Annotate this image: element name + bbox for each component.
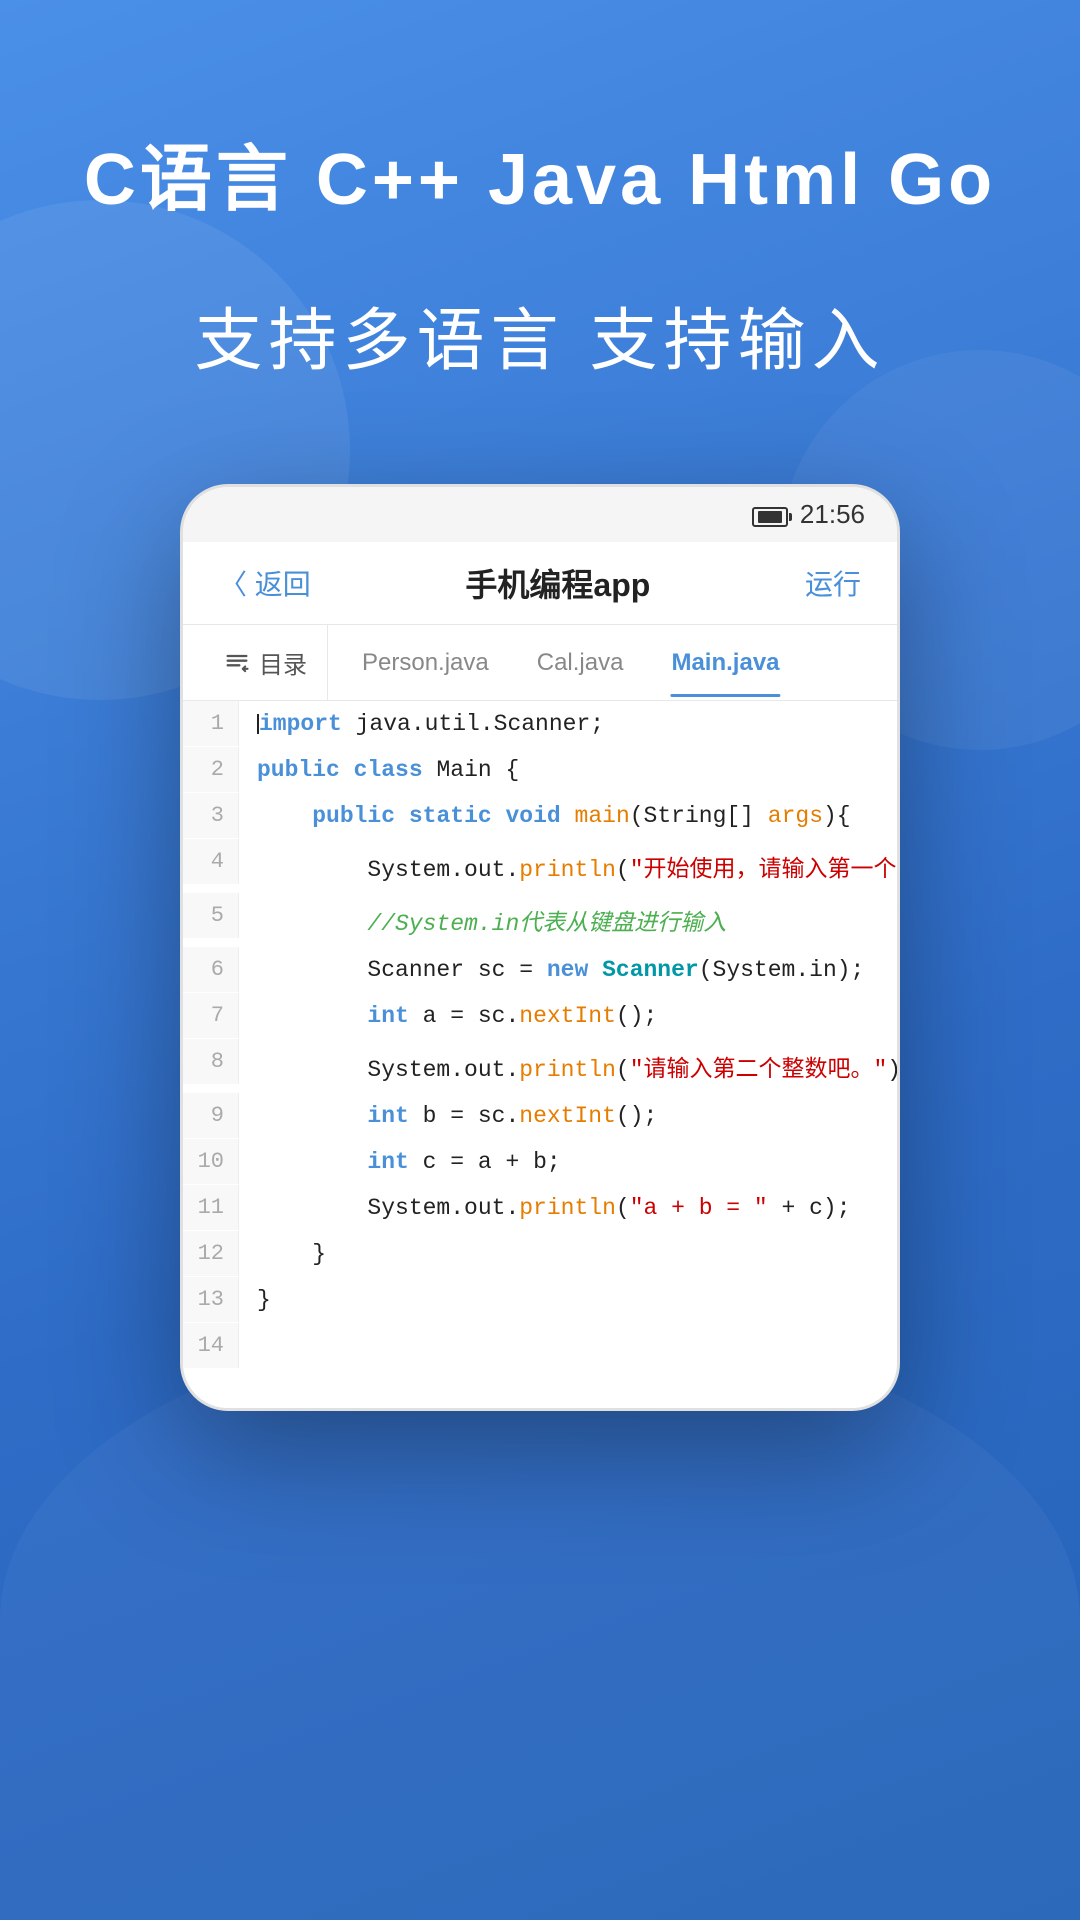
code-line-3: 3 public static void main(String[] args)…: [183, 793, 897, 839]
code-editor[interactable]: 1 import java.util.Scanner; 2 public cla…: [183, 701, 897, 1368]
directory-icon: [223, 649, 251, 677]
tab-person-java[interactable]: Person.java: [338, 629, 513, 697]
battery-level: [758, 511, 782, 523]
app-title: 手机编程app: [465, 560, 650, 606]
tab-cal-java[interactable]: Cal.java: [513, 629, 648, 697]
code-line-5: 5 //System.in代表从键盘进行输入: [183, 893, 897, 947]
app-navbar: 〈 返回 手机编程app 运行: [183, 542, 897, 625]
tab-bar: 目录 Person.java Cal.java Main.java: [183, 625, 897, 701]
back-button[interactable]: 〈 返回: [219, 563, 311, 603]
languages-headline: C语言 C++ Java Html Go: [84, 120, 996, 225]
code-line-1: 1 import java.util.Scanner;: [183, 701, 897, 747]
code-line-14: 14: [183, 1323, 897, 1368]
code-line-4: 4 System.out.println("开始使用，请输入第一个整数吧。");: [183, 839, 897, 893]
code-line-9: 9 int b = sc.nextInt();: [183, 1093, 897, 1139]
tab-main-java[interactable]: Main.java: [647, 629, 803, 697]
phone-mockup: 21:56 〈 返回 手机编程app 运行 目录 Person.java: [180, 484, 900, 1411]
code-line-13: 13 }: [183, 1277, 897, 1323]
battery-icon: [752, 507, 788, 527]
run-button[interactable]: 运行: [805, 563, 861, 603]
directory-tab[interactable]: 目录: [203, 625, 328, 700]
code-line-6: 6 Scanner sc = new Scanner(System.in);: [183, 947, 897, 993]
phone-bottom-pad: [183, 1368, 897, 1408]
main-content: C语言 C++ Java Html Go 支持多语言 支持输入 21:56 〈 …: [0, 0, 1080, 1411]
directory-label: 目录: [259, 645, 307, 680]
code-line-11: 11 System.out.println("a + b = " + c);: [183, 1185, 897, 1231]
code-line-12: 12 }: [183, 1231, 897, 1277]
time-display: 21:56: [800, 499, 865, 530]
code-line-10: 10 int c = a + b;: [183, 1139, 897, 1185]
phone-status-bar: 21:56: [183, 487, 897, 542]
code-line-7: 7 int a = sc.nextInt();: [183, 993, 897, 1039]
code-line-8: 8 System.out.println("请输入第二个整数吧。");: [183, 1039, 897, 1093]
code-line-2: 2 public class Main {: [183, 747, 897, 793]
subtitle-headline: 支持多语言 支持输入: [195, 285, 886, 384]
battery-indicator: [752, 499, 788, 530]
